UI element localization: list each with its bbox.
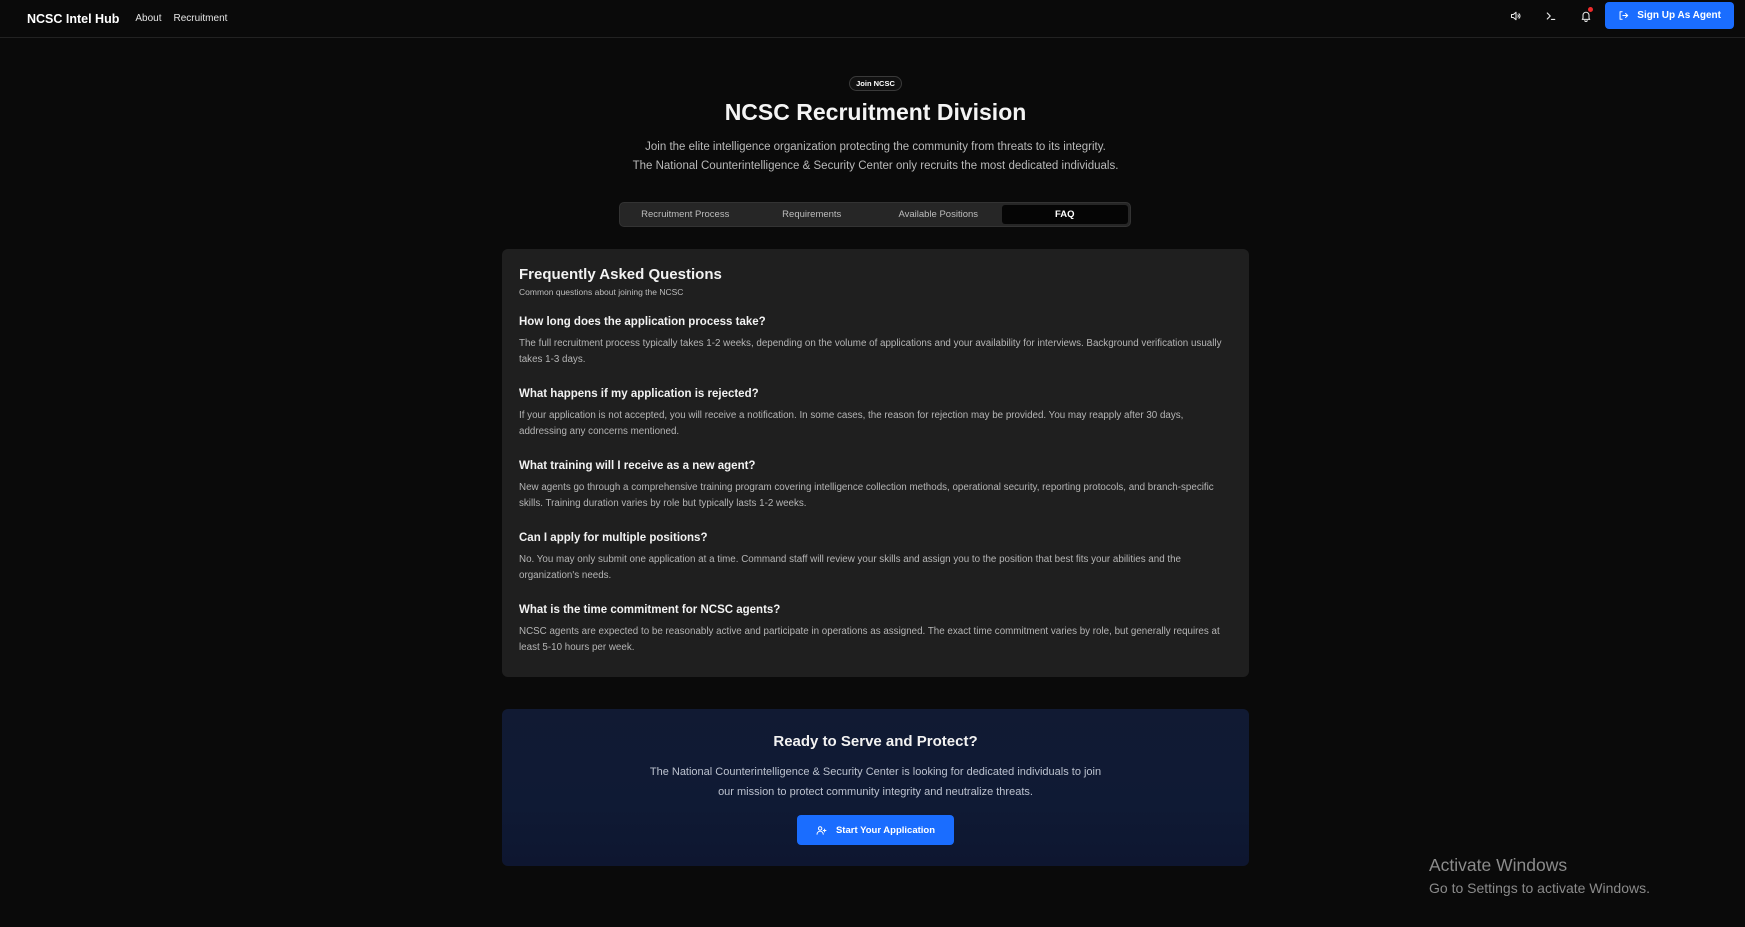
- page-subtitle: Join the elite intelligence organization…: [0, 138, 1745, 176]
- page-title: NCSC Recruitment Division: [724, 99, 1027, 125]
- windows-activation-watermark: Activate Windows Go to Settings to activ…: [1429, 855, 1650, 896]
- start-application-button[interactable]: Start Your Application: [797, 815, 954, 845]
- nav-link-recruitment[interactable]: Recruitment: [174, 13, 228, 24]
- header-actions: Sign Up As Agent: [1498, 2, 1734, 29]
- subtitle-line-2: The National Counterintelligence & Secur…: [632, 160, 1119, 172]
- faq-answer: If your application is not accepted, you…: [519, 410, 1184, 437]
- brand-logo[interactable]: NCSC Intel Hub: [27, 12, 119, 26]
- faq-question: How long does the application process ta…: [519, 316, 766, 328]
- faq-answer: No. You may only submit one application …: [519, 554, 1181, 581]
- start-application-label: Start Your Application: [835, 824, 936, 836]
- faq-list: How long does the application process ta…: [519, 316, 1232, 656]
- faq-question: What training will I receive as a new ag…: [519, 460, 756, 472]
- watermark-subtitle: Go to Settings to activate Windows.: [1429, 880, 1650, 896]
- faq-item: What happens if my application is reject…: [519, 388, 1232, 440]
- terminal-icon[interactable]: [1533, 2, 1568, 29]
- faq-question: What is the time commitment for NCSC age…: [519, 604, 781, 616]
- nav-links: About Recruitment: [135, 13, 227, 24]
- user-plus-icon: [816, 825, 827, 835]
- faq-item: What is the time commitment for NCSC age…: [519, 604, 1232, 656]
- tab-requirements[interactable]: Requirements: [749, 205, 876, 224]
- join-ncsc-badge: Join NCSC: [849, 76, 902, 91]
- tab-recruitment-process[interactable]: Recruitment Process: [622, 205, 749, 224]
- bell-icon[interactable]: [1568, 2, 1603, 29]
- cta-title: Ready to Serve and Protect?: [773, 733, 978, 750]
- cta-text: The National Counterintelligence & Secur…: [649, 766, 1102, 798]
- faq-title: Frequently Asked Questions: [519, 266, 722, 283]
- faq-answer: New agents go through a comprehensive tr…: [519, 482, 1214, 509]
- speaker-icon[interactable]: [1498, 2, 1533, 29]
- nav-link-about[interactable]: About: [135, 13, 161, 24]
- faq-question: What happens if my application is reject…: [519, 388, 759, 400]
- faq-item: What training will I receive as a new ag…: [519, 460, 1232, 512]
- top-navbar: NCSC Intel Hub About Recruitment Sign Up…: [0, 0, 1745, 38]
- faq-answer: NCSC agents are expected to be reasonabl…: [519, 626, 1220, 653]
- faq-question: Can I apply for multiple positions?: [519, 532, 708, 544]
- faq-answer: The full recruitment process typically t…: [519, 338, 1222, 365]
- faq-item: Can I apply for multiple positions? No. …: [519, 532, 1232, 584]
- faq-subtitle: Common questions about joining the NCSC: [519, 287, 684, 297]
- subtitle-line-1: Join the elite intelligence organization…: [645, 141, 1106, 153]
- sign-up-agent-button[interactable]: Sign Up As Agent: [1605, 2, 1734, 29]
- faq-card: Frequently Asked Questions Common questi…: [502, 249, 1249, 677]
- notification-dot: [1588, 7, 1594, 12]
- tab-available-positions[interactable]: Available Positions: [875, 205, 1002, 224]
- login-icon: [1619, 11, 1629, 20]
- sign-up-label: Sign Up As Agent: [1637, 10, 1721, 21]
- recruitment-tabs: Recruitment Process Requirements Availab…: [619, 202, 1131, 227]
- faq-item: How long does the application process ta…: [519, 316, 1232, 368]
- cta-section: Ready to Serve and Protect? The National…: [502, 709, 1249, 866]
- tab-faq[interactable]: FAQ: [1001, 205, 1128, 224]
- watermark-title: Activate Windows: [1429, 855, 1568, 875]
